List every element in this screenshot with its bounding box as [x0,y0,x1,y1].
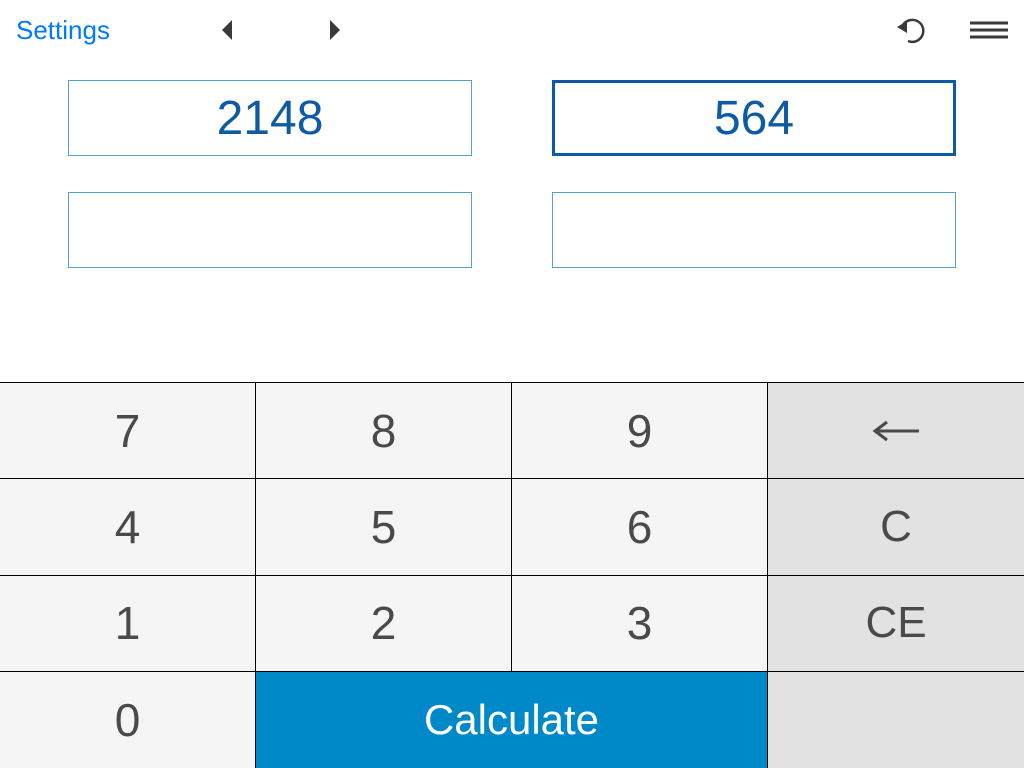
value-field-4[interactable] [552,192,956,268]
right-column: 564 [552,80,956,268]
key-3[interactable]: 3 [512,576,768,672]
header-bar: Settings [0,0,1024,60]
value-field-2[interactable]: 564 [552,80,956,156]
key-calculate[interactable]: Calculate [256,672,768,768]
prev-arrow-icon[interactable] [220,18,236,42]
value-field-1[interactable]: 2148 [68,80,472,156]
key-5[interactable]: 5 [256,479,512,575]
value-field-3[interactable] [68,192,472,268]
key-6[interactable]: 6 [512,479,768,575]
key-4[interactable]: 4 [0,479,256,575]
nav-arrows [220,18,342,42]
key-blank [768,672,1024,768]
key-1[interactable]: 1 [0,576,256,672]
key-9[interactable]: 9 [512,383,768,479]
key-8[interactable]: 8 [256,383,512,479]
key-7[interactable]: 7 [0,383,256,479]
key-2[interactable]: 2 [256,576,512,672]
key-clear-entry[interactable]: CE [768,576,1024,672]
key-clear[interactable]: C [768,479,1024,575]
menu-icon[interactable] [970,20,1008,40]
fields-area: 2148 564 [0,60,1024,268]
settings-link[interactable]: Settings [16,15,110,46]
header-right [896,15,1008,45]
next-arrow-icon[interactable] [326,18,342,42]
undo-icon[interactable] [896,15,930,45]
spacer [0,268,1024,382]
left-column: 2148 [68,80,472,268]
backspace-arrow-icon [871,420,921,442]
keypad: 7 8 9 4 5 6 C 1 2 3 CE 0 Calculate [0,382,1024,768]
key-backspace[interactable] [768,383,1024,479]
key-0[interactable]: 0 [0,672,256,768]
